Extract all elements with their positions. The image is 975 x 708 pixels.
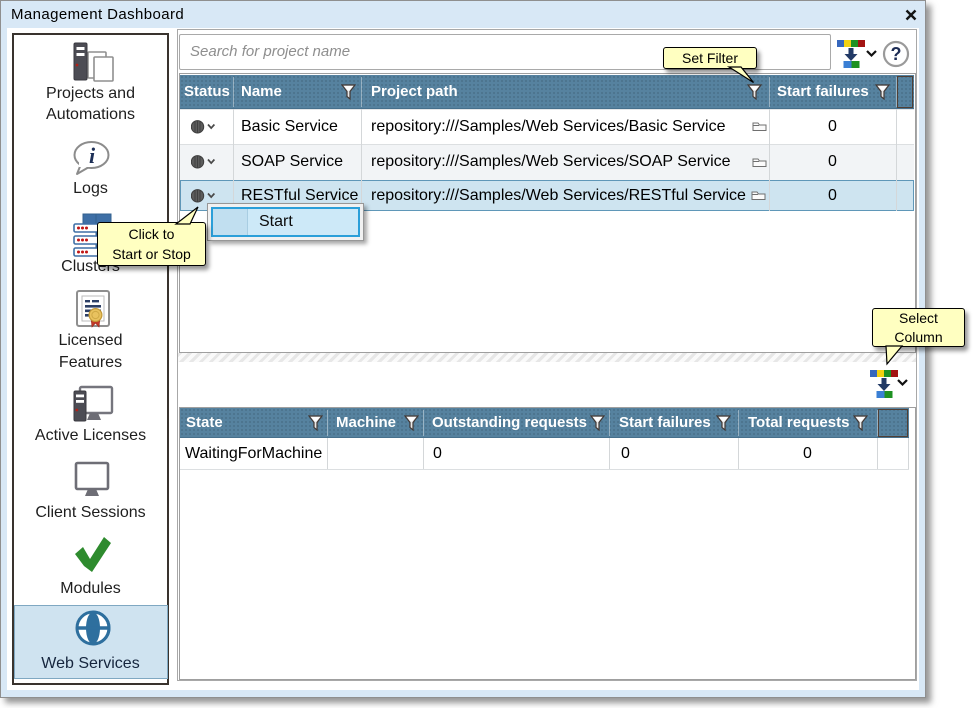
svg-text:i: i [89,143,96,168]
svg-text:?: ? [891,44,902,64]
